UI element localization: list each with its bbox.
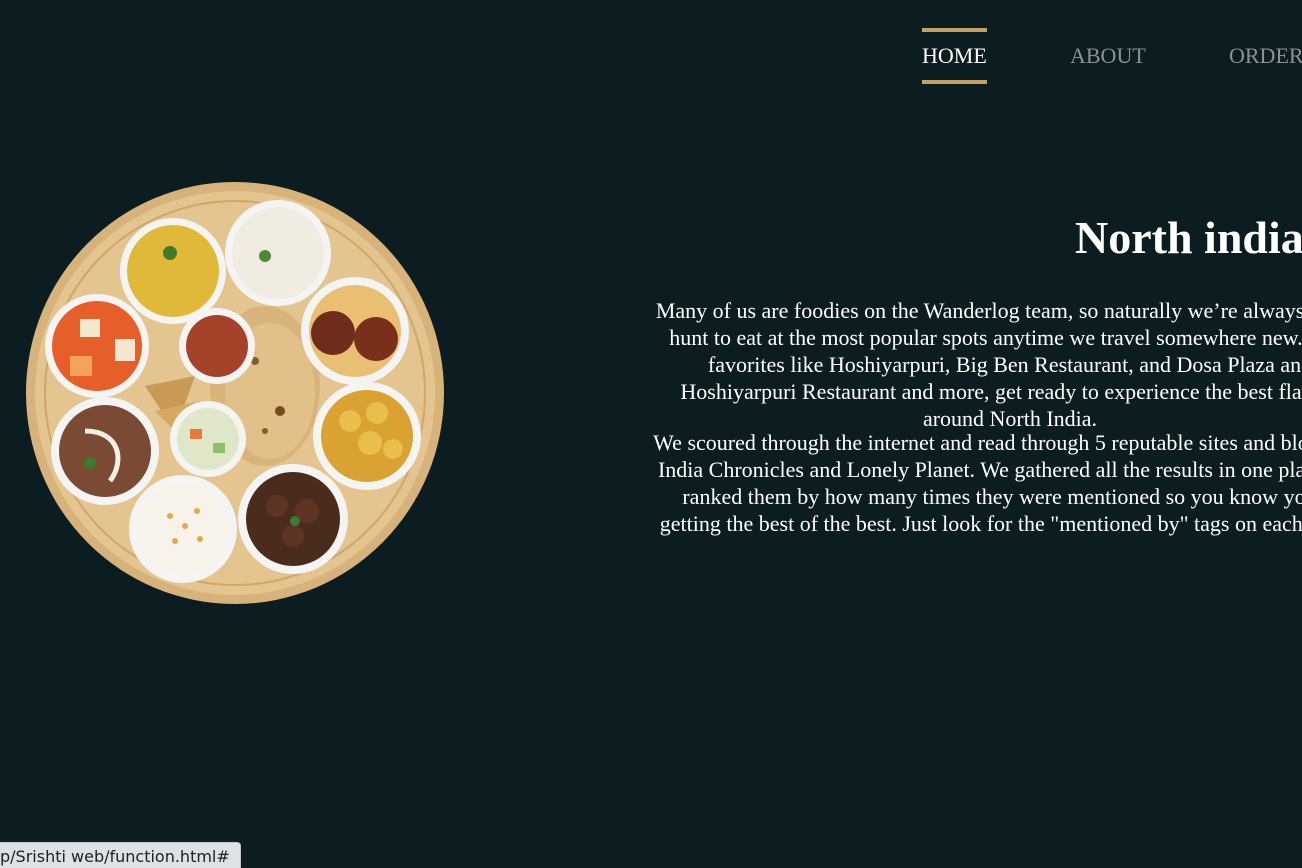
research-paragraph: We scoured through the internet and read… <box>653 430 1302 536</box>
page-title: North india <box>1075 212 1302 263</box>
browser-status-bar: p/Srishti web/function.html# <box>0 842 241 868</box>
top-navigation: HOME ABOUT ORDER <box>0 0 1302 110</box>
status-url: p/Srishti web/function.html# <box>0 847 230 866</box>
intro-paragraph: Many of us are foodies on the Wanderlog … <box>655 298 1302 431</box>
nav-home-link[interactable]: HOME <box>922 28 987 84</box>
thali-plate-image <box>26 182 444 604</box>
nav-order-link[interactable]: ORDER <box>1229 28 1302 84</box>
nav-about-link[interactable]: ABOUT <box>1070 28 1146 84</box>
